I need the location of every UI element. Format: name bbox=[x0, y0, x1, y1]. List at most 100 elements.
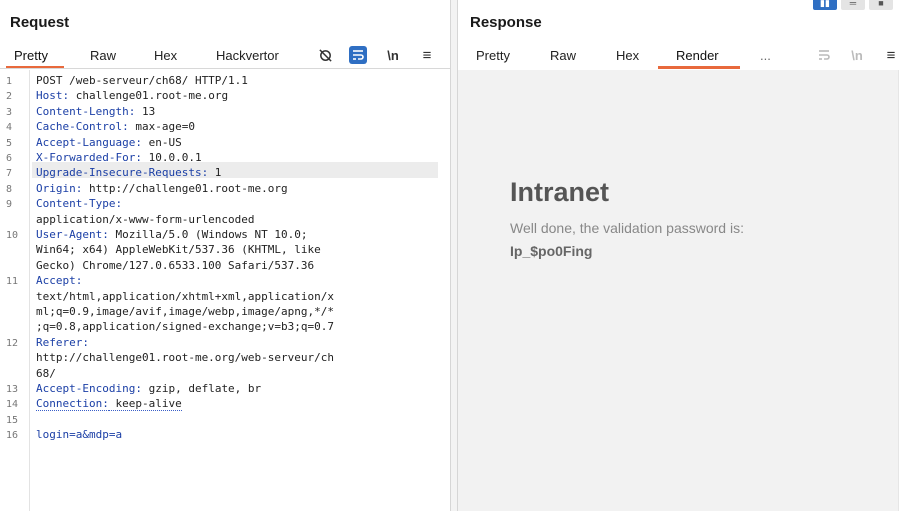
tab-raw[interactable]: Raw bbox=[550, 48, 576, 63]
header-name: Cache-Control: bbox=[36, 120, 129, 134]
editor-line: 14 Connection: keep-alive bbox=[0, 397, 450, 412]
newline-toggle-icon[interactable]: \n bbox=[384, 46, 402, 64]
editor-line: 7 Upgrade-Insecure-Requests: 1 bbox=[0, 166, 450, 179]
code-text: ;q=0.8,application/signed-exchange;v=b3;… bbox=[36, 320, 334, 333]
layout-toggle: ▮▮ ═ ■ bbox=[813, 0, 893, 14]
active-tab-indicator bbox=[658, 66, 740, 69]
request-editor[interactable]: 1 POST /web-serveur/ch68/ HTTP/1.1 2 Host: … bbox=[0, 70, 450, 511]
tab-more[interactable]: ... bbox=[760, 48, 771, 63]
code-text: text/html,application/xhtml+xml,applicat… bbox=[36, 290, 334, 303]
line-number: 14 bbox=[6, 399, 19, 411]
header-value: Mozilla/5.0 (Windows NT 10.0; bbox=[108, 228, 308, 241]
editor-line: application/x-www-form-urlencoded bbox=[0, 213, 450, 226]
tab-pretty[interactable]: Pretty bbox=[14, 48, 48, 63]
tab-hackvertor[interactable]: Hackvertor bbox=[216, 48, 279, 63]
editor-line: 12 Referer: bbox=[0, 336, 450, 349]
response-title: Response bbox=[470, 14, 542, 31]
editor-line: 6 X-Forwarded-For: 10.0.0.1 bbox=[0, 151, 450, 164]
header-name: Origin: bbox=[36, 181, 83, 195]
render-message: Well done, the validation password is: bbox=[510, 220, 744, 236]
header-name: Content-Type: bbox=[36, 197, 123, 211]
header-value: ;q=0.8,application/signed-exchange;v=b3;… bbox=[36, 320, 335, 334]
editor-line: 4 Cache-Control: max-age=0 bbox=[0, 120, 450, 133]
line-number: 9 bbox=[6, 199, 13, 211]
wrap-lines-icon[interactable] bbox=[349, 46, 367, 64]
pane-splitter[interactable] bbox=[450, 0, 458, 511]
code-text: Referer: bbox=[36, 336, 89, 349]
line-number: 5 bbox=[6, 137, 13, 149]
editor-line: 9 Content-Type: bbox=[0, 197, 450, 210]
header-name: Connection: bbox=[36, 397, 109, 412]
code-text: Accept: bbox=[36, 274, 82, 287]
editor-line: 13 Accept-Encoding: gzip, deflate, br bbox=[0, 382, 450, 395]
header-name: X-Forwarded-For: bbox=[36, 151, 142, 164]
header-name: Host: bbox=[36, 89, 70, 103]
wrap-lines-icon[interactable] bbox=[815, 46, 833, 64]
header-value: 1 bbox=[208, 166, 222, 180]
header-value: application/x-www-form-urlencoded bbox=[36, 212, 255, 226]
header-name: Upgrade-Insecure-Requests: bbox=[36, 166, 209, 180]
editor-line: text/html,application/xhtml+xml,applicat… bbox=[0, 290, 450, 303]
response-pane: ▮▮ ═ ■ Response Pretty Raw Hex Render ..… bbox=[458, 0, 920, 511]
header-name: Content-Length: bbox=[36, 104, 136, 118]
editor-line: 1 POST /web-serveur/ch68/ HTTP/1.1 bbox=[0, 74, 450, 87]
hide-icon[interactable] bbox=[316, 46, 334, 64]
line-number: 10 bbox=[6, 230, 19, 241]
header-value: en-US bbox=[141, 135, 182, 149]
editor-line: 16 login=a&mdp=a bbox=[0, 428, 450, 441]
split-horizontal-button[interactable]: ▮▮ bbox=[813, 0, 837, 10]
code-text: Cache-Control: max-age=0 bbox=[36, 120, 195, 133]
header-value: 10.0.0.1 bbox=[141, 151, 202, 164]
render-heading: Intranet bbox=[510, 177, 610, 207]
header-name: Accept: bbox=[36, 274, 83, 288]
editor-line: ml;q=0.9,image/avif,image/webp,image/apn… bbox=[0, 305, 450, 318]
code-text: Connection: keep-alive bbox=[36, 397, 182, 412]
header-name: Accept-Encoding: bbox=[36, 382, 142, 395]
code-text: Origin: http://challenge01.root-me.org bbox=[36, 182, 288, 195]
header-value: 13 bbox=[135, 104, 156, 118]
menu-icon[interactable]: ≡ bbox=[882, 46, 900, 64]
line-number: 15 bbox=[6, 414, 19, 426]
tab-hex[interactable]: Hex bbox=[616, 48, 639, 63]
header-value: 68/ bbox=[36, 366, 56, 380]
menu-icon[interactable]: ≡ bbox=[418, 46, 436, 64]
divider bbox=[0, 68, 450, 69]
single-pane-button[interactable]: ■ bbox=[869, 0, 893, 10]
editor-line: 2 Host: challenge01.root-me.org bbox=[0, 89, 450, 102]
line-number: 3 bbox=[6, 106, 13, 118]
line-number: 16 bbox=[6, 430, 19, 442]
header-value: text/html,application/xhtml+xml,applicat… bbox=[36, 289, 335, 303]
code-text: 68/ bbox=[36, 367, 56, 380]
render-password: Ip_$po0Fing bbox=[510, 243, 593, 259]
tab-pretty[interactable]: Pretty bbox=[476, 48, 510, 63]
header-value: challenge01.root-me.org bbox=[69, 89, 229, 103]
line-number: 6 bbox=[6, 153, 13, 164]
header-name: User-Agent: bbox=[36, 228, 109, 241]
render-scrollbar[interactable] bbox=[898, 70, 920, 511]
header-value: login=a&mdp=a bbox=[36, 428, 123, 442]
line-number: 2 bbox=[6, 91, 13, 103]
split-vertical-button[interactable]: ═ bbox=[841, 0, 865, 10]
tab-hex[interactable]: Hex bbox=[154, 48, 177, 63]
header-value: http://challenge01.root-me.org bbox=[82, 181, 288, 195]
header-name: Accept-Language: bbox=[36, 135, 142, 149]
editor-line: 10 User-Agent: Mozilla/5.0 (Windows NT 10… bbox=[0, 228, 450, 241]
editor-line: ;q=0.8,application/signed-exchange;v=b3;… bbox=[0, 320, 450, 333]
editor-line: 68/ bbox=[0, 367, 450, 380]
code-text: X-Forwarded-For: 10.0.0.1 bbox=[36, 151, 202, 164]
code-text: http://challenge01.root-me.org/web-serve… bbox=[36, 351, 334, 364]
code-text: Host: challenge01.root-me.org bbox=[36, 89, 228, 102]
tab-render[interactable]: Render bbox=[676, 48, 719, 63]
editor-line: 15 bbox=[0, 413, 450, 426]
editor-line: Win64; x64) AppleWebKit/537.36 (KHTML, l… bbox=[0, 243, 450, 256]
editor-line: 5 Accept-Language: en-US bbox=[0, 136, 450, 149]
line-number: 12 bbox=[6, 337, 19, 349]
editor-line: Gecko) Chrome/127.0.6533.100 Safari/537.… bbox=[0, 259, 450, 272]
code-text: Win64; x64) AppleWebKit/537.36 (KHTML, l… bbox=[36, 243, 321, 256]
header-value: Win64; x64) AppleWebKit/537.36 (KHTML, l… bbox=[36, 243, 321, 257]
code-text: Accept-Language: en-US bbox=[36, 136, 182, 149]
line-number: 11 bbox=[6, 276, 19, 288]
newline-toggle-icon[interactable]: \n bbox=[848, 46, 866, 64]
tab-raw[interactable]: Raw bbox=[90, 48, 116, 63]
code-text: ml;q=0.9,image/avif,image/webp,image/apn… bbox=[36, 305, 334, 318]
